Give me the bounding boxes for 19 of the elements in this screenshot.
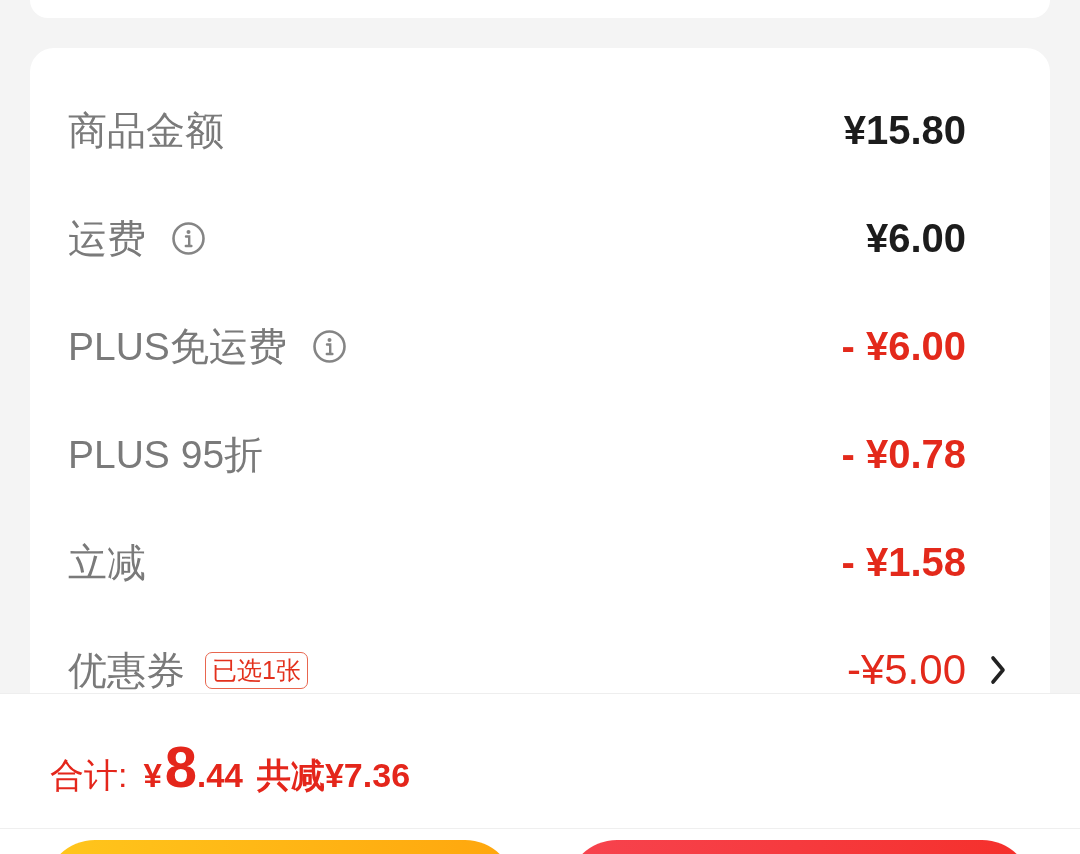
amount-value: ¥6.00 <box>865 218 966 258</box>
amount-value: - ¥1.58 <box>841 542 966 582</box>
total-label: 合计: <box>50 758 128 792</box>
row-label: PLUS 95折 <box>68 434 264 474</box>
chevron-right-icon[interactable] <box>990 655 1006 685</box>
row-label: PLUS免运费 <box>68 326 287 366</box>
amount-value: -¥5.00 <box>846 649 966 691</box>
amount-value: - ¥6.00 <box>841 326 966 366</box>
row-label: 优惠券 <box>68 650 185 690</box>
amount-value: ¥15.80 <box>843 110 966 150</box>
info-icon[interactable] <box>312 329 346 363</box>
amount-value: - ¥0.78 <box>841 434 966 474</box>
savings-text: 共减¥7.36 <box>256 758 411 792</box>
total-price: ¥8.44 <box>143 738 243 796</box>
row-label: 商品金额 <box>68 110 224 150</box>
info-icon[interactable] <box>172 221 205 255</box>
row-label: 立减 <box>68 542 146 582</box>
row-label: 运费 <box>68 218 146 258</box>
coupon-count-badge: 已选1张 <box>205 651 308 689</box>
